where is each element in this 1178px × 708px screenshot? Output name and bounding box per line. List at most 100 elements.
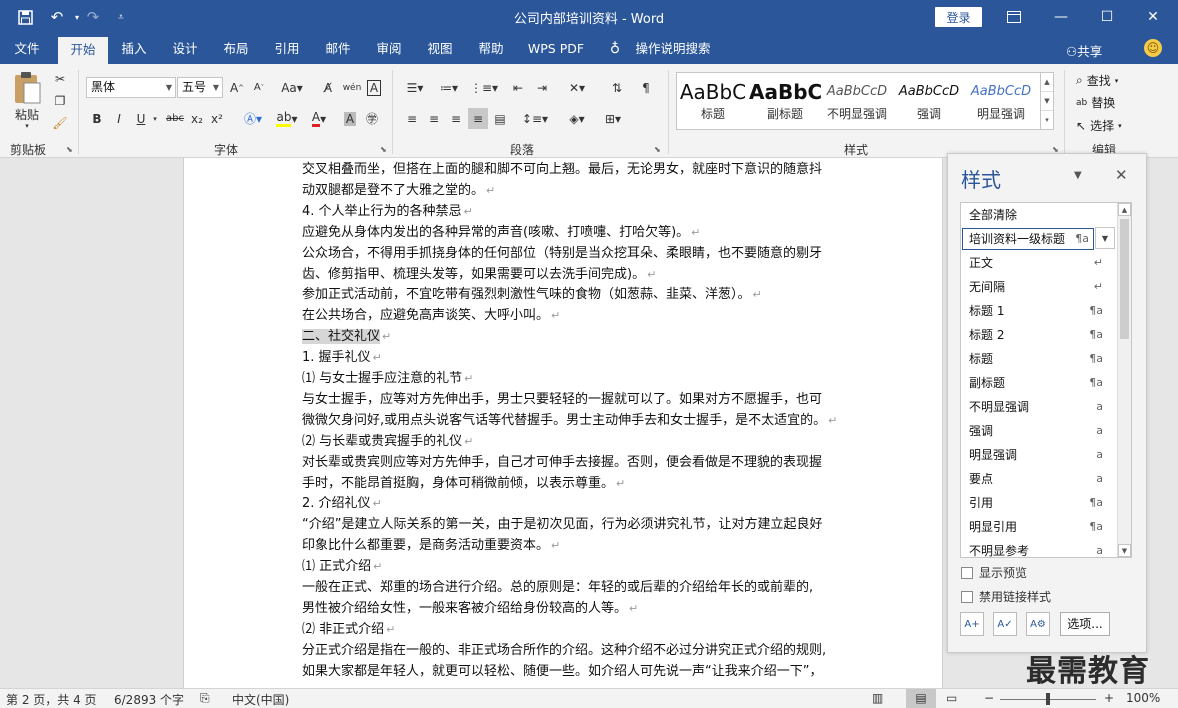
clipboard-launcher-icon[interactable]: ⬊	[66, 145, 73, 154]
document-line[interactable]: 交叉相叠而坐，但搭在上面的腿和脚不可向上翘。最后，无论男女，就座时下意识的随意抖	[302, 160, 824, 180]
scroll-up-icon[interactable]: ▲	[1041, 73, 1053, 92]
pane-options-icon[interactable]: ▼	[1074, 170, 1082, 181]
customize-icon[interactable]: ⩡	[108, 6, 134, 28]
scroll-up-icon[interactable]: ▲	[1118, 203, 1131, 216]
zoom-in-icon[interactable]: +	[1104, 691, 1114, 705]
subscript-button[interactable]: x₂	[188, 108, 206, 129]
increase-indent-icon[interactable]: ⇥	[532, 77, 552, 98]
bullets-icon[interactable]: ☰▾	[400, 77, 430, 98]
tab-mailings[interactable]: 邮件	[316, 34, 360, 64]
document-line[interactable]: 4. 个人举止行为的各种禁忌 ↵	[302, 202, 473, 222]
document-line[interactable]: 参加正式活动前，不宜吃带有强烈刺激性气味的食物（如葱蒜、韭菜、洋葱）。 ↵	[302, 285, 762, 305]
tab-review[interactable]: 审阅	[367, 34, 411, 64]
document-line[interactable]: 公众场合，不得用手抓挠身体的任何部位（特别是当众挖耳朵、柔眼睛，也不要随意的剔牙	[302, 244, 824, 264]
tab-design[interactable]: 设计	[163, 34, 207, 64]
heading-line[interactable]: 二、社交礼仪 ↵	[302, 327, 391, 347]
word-count[interactable]: 6/2893 个字	[114, 691, 184, 708]
style-item[interactable]: 不明显强调 a	[961, 395, 1119, 419]
document-line[interactable]: ⑵ 与长辈或贵宾握手的礼仪 ↵	[302, 432, 473, 452]
document-line[interactable]: 齿、修剪指甲、梳理头发等，如果需要可以去洗手间完成)。 ↵	[302, 265, 656, 285]
style-item[interactable]: 正文 ↵	[961, 251, 1119, 275]
underline-dropdown-icon[interactable]: ▾	[150, 108, 160, 129]
language-indicator[interactable]: 中文(中国)	[232, 691, 289, 708]
document-line[interactable]: 在公共场合，应避免高声谈笑、大呼小叫。 ↵	[302, 306, 560, 326]
read-mode-icon[interactable]: ▥	[872, 691, 883, 705]
font-size-combo[interactable]: 五号 ▼	[177, 77, 223, 98]
style-item[interactable]: 标题 ¶a	[961, 347, 1119, 371]
enclose-characters-icon[interactable]: ㊫	[362, 108, 382, 129]
style-item[interactable]: 明显引用 ¶a	[961, 515, 1119, 539]
save-icon[interactable]	[12, 6, 38, 28]
tab-layout[interactable]: 布局	[214, 34, 258, 64]
format-painter-icon[interactable]: 🖌	[50, 114, 70, 132]
text-effects-icon[interactable]: Ⓐ▾	[240, 108, 266, 129]
tab-help[interactable]: 帮助	[469, 34, 513, 64]
document-line[interactable]: ⑴ 与女士握手应注意的礼节 ↵	[302, 369, 473, 389]
borders-icon[interactable]: ⊞▾	[598, 108, 628, 129]
italic-button[interactable]: I	[110, 108, 128, 129]
zoom-out-icon[interactable]: −	[984, 691, 994, 705]
bold-button[interactable]: B	[88, 108, 106, 129]
copy-icon[interactable]: ❐	[50, 92, 70, 110]
document-line[interactable]: ⑴ 正式介绍 ↵	[302, 557, 382, 577]
style-gallery-emphasis[interactable]: AaBbCcD 强调	[893, 73, 965, 129]
style-item[interactable]: 引用 ¶a	[961, 491, 1119, 515]
justify-icon[interactable]: ≡	[468, 108, 488, 129]
document-line[interactable]: “介绍”是建立人际关系的第一关，由于是初次见面，行为必须讲究礼节，让对方建立起良…	[302, 515, 824, 535]
character-border-icon[interactable]: A	[364, 77, 384, 98]
character-shading-icon[interactable]: A	[340, 108, 360, 129]
disable-linked-option[interactable]: 禁用链接样式	[961, 588, 1051, 605]
phonetic-guide-icon[interactable]: wén	[342, 77, 362, 98]
options-button[interactable]: 选项...	[1060, 612, 1110, 636]
disable-linked-checkbox[interactable]	[961, 590, 973, 603]
paste-button[interactable]: 粘贴	[12, 106, 42, 122]
show-preview-checkbox[interactable]	[961, 566, 973, 579]
close-icon[interactable]: ✕	[1115, 166, 1128, 184]
highlight-color-icon[interactable]: ab ▾	[272, 108, 302, 129]
font-color-icon[interactable]: A ▾	[306, 108, 332, 129]
style-gallery-subtle-emphasis[interactable]: AaBbCcD 不明显强调	[821, 73, 893, 129]
document-line[interactable]: 与女士握手，应等对方先伸出手，男士只要轻轻的一握就可以了。如果对方不愿握手，也可	[302, 390, 824, 410]
document-line[interactable]: 对长辈或贵宾则应等对方先伸手，自己才可伸手去接握。否则，便会看做是不理貌的表现握	[302, 453, 824, 473]
document-line[interactable]: 男性被介绍给女性，一般来客被介绍给身份较高的人等。 ↵	[302, 599, 638, 619]
document-line[interactable]: 动双腿都是登不了大雅之堂的。 ↵	[302, 181, 495, 201]
find-button[interactable]: ⌕ 查找 ▾	[1076, 72, 1118, 89]
scroll-down-icon[interactable]: ▼	[1118, 544, 1131, 557]
minimize-button[interactable]: —	[1038, 0, 1084, 34]
replace-button[interactable]: ab 替换	[1076, 94, 1115, 111]
shrink-font-icon[interactable]: Aˇ	[249, 77, 269, 98]
chinese-layout-icon[interactable]: ✕▾	[562, 77, 592, 98]
line-spacing-icon[interactable]: ↕≡▾	[520, 108, 550, 129]
feedback-smiley-icon[interactable]: ☺	[1144, 39, 1162, 57]
clear-formatting-icon[interactable]: A̸	[318, 77, 338, 98]
align-center-icon[interactable]: ≡	[424, 108, 444, 129]
show-marks-icon[interactable]: ¶	[636, 77, 656, 98]
document-line[interactable]: 手时，不能昂首挺胸，身体可稍微前倾，以表示尊重。 ↵	[302, 474, 625, 494]
web-layout-icon[interactable]: ▭	[946, 691, 957, 705]
style-item[interactable]: 标题 1 ¶a	[961, 299, 1119, 323]
style-item[interactable]: 标题 2 ¶a	[961, 323, 1119, 347]
numbering-icon[interactable]: ≔▾	[434, 77, 464, 98]
multilevel-list-icon[interactable]: ⋮≡▾	[468, 77, 500, 98]
manage-styles-icon[interactable]: A⚙	[1026, 612, 1050, 636]
tell-me-search[interactable]: 操作说明搜索	[630, 34, 716, 64]
align-right-icon[interactable]: ≡	[446, 108, 466, 129]
distributed-icon[interactable]: ▤	[490, 108, 510, 129]
styles-gallery-scroll[interactable]: ▲ ▼ ▾	[1040, 72, 1054, 130]
tab-insert[interactable]: 插入	[112, 34, 156, 64]
cut-icon[interactable]: ✂	[50, 70, 70, 88]
tab-view[interactable]: 视图	[418, 34, 462, 64]
style-item[interactable]: 要点 a	[961, 467, 1119, 491]
align-left-icon[interactable]: ≡	[402, 108, 422, 129]
style-item-dropdown-icon[interactable]: ▼	[1095, 227, 1115, 249]
style-item-selected[interactable]: 培训资料一级标题 ¶a	[962, 228, 1094, 250]
decrease-indent-icon[interactable]: ⇤	[508, 77, 528, 98]
grow-font-icon[interactable]: A ^	[227, 77, 247, 98]
document-line[interactable]: 一般在正式、郑重的场合进行介绍。总的原则是：年轻的或后辈的介绍给年长的或前辈的,	[302, 578, 815, 598]
style-gallery-intense-emphasis[interactable]: AaBbCcD 明显强调	[965, 73, 1037, 129]
scrollbar-thumb[interactable]	[1120, 219, 1129, 339]
sort-icon[interactable]: ⇅	[606, 77, 628, 98]
shading-icon[interactable]: ◈▾	[562, 108, 592, 129]
paragraph-launcher-icon[interactable]: ⬊	[654, 145, 661, 154]
paste-icon[interactable]	[10, 70, 44, 106]
